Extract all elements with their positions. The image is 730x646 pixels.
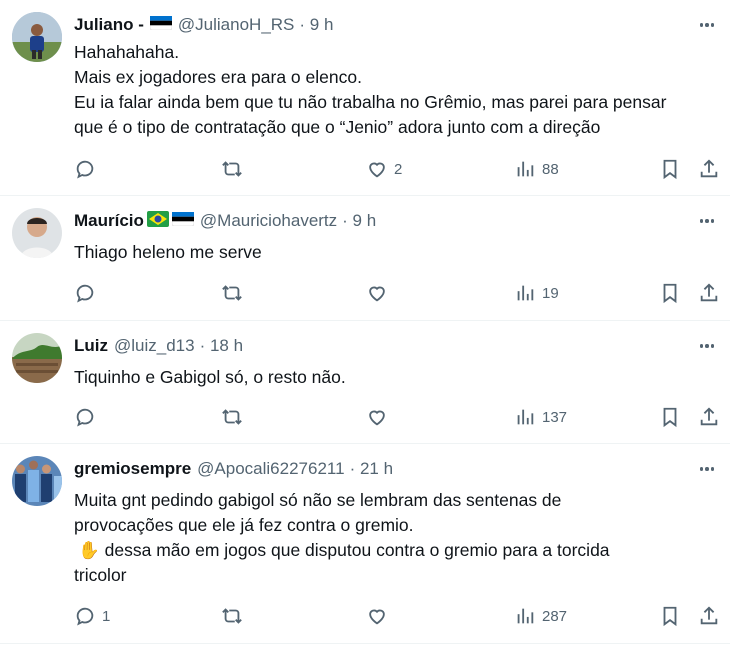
share-icon: [700, 159, 718, 178]
avatar[interactable]: [12, 333, 62, 383]
text-line: Thiago heleno me serve: [74, 242, 262, 262]
author-name[interactable]: Luiz: [74, 336, 108, 356]
bar-chart-icon: [517, 285, 534, 301]
author-handle[interactable]: @Mauriciohavertz: [200, 211, 337, 231]
heart-icon: [369, 162, 385, 178]
timestamp[interactable]: · 9 h: [342, 211, 376, 231]
reply-2[interactable]: Maurício @Mauriciohavertz · 9 h Thiago h…: [0, 196, 730, 321]
reply-icon: [76, 284, 94, 303]
bookmark-icon: [663, 159, 677, 180]
author-name[interactable]: gremiosempre: [74, 459, 191, 479]
avatar[interactable]: [12, 456, 62, 506]
brazil-flag-icon: [146, 210, 169, 232]
tweet-text: Thiago heleno me serve: [74, 240, 262, 265]
bookmark-icon: [663, 606, 677, 627]
avatar[interactable]: [12, 208, 62, 258]
view-count: 137: [542, 408, 568, 426]
reply-button[interactable]: [74, 404, 102, 430]
action-bar: 19: [74, 280, 724, 306]
reply-icon: [76, 607, 94, 626]
text-line: Tiquinho e Gabigol só, o resto não.: [74, 367, 346, 387]
author-name[interactable]: Juliano -: [74, 15, 144, 35]
like-button[interactable]: [366, 404, 394, 430]
retweet-button[interactable]: [220, 603, 250, 629]
reply-button[interactable]: [74, 156, 102, 182]
heart-icon: [369, 410, 385, 426]
view-count: 287: [542, 607, 568, 625]
more-options-button[interactable]: [696, 210, 718, 232]
tweet-text: Tiquinho e Gabigol só, o resto não.: [74, 365, 346, 390]
retweet-button[interactable]: [220, 280, 250, 306]
author-handle[interactable]: @JulianoH_RS: [178, 15, 294, 35]
share-button[interactable]: [698, 603, 720, 629]
heart-icon: [369, 286, 385, 302]
more-options-button[interactable]: [696, 458, 718, 480]
share-icon: [700, 407, 718, 426]
reply-icon: [76, 160, 94, 179]
text-line: Mais ex jogadores era para o elenco.: [74, 67, 362, 87]
share-button[interactable]: [698, 280, 720, 306]
text-line: Eu ia falar ainda bem que tu não trabalh…: [74, 92, 667, 112]
timestamp[interactable]: · 18 h: [200, 336, 243, 356]
estonia-flag-icon: [171, 211, 195, 231]
share-icon: [700, 283, 718, 302]
text-line: ✋ dessa mão em jogos que disputou contra…: [78, 540, 610, 560]
text-line: tricolor: [74, 565, 127, 585]
more-options-button[interactable]: [696, 14, 718, 36]
view-count: 88: [542, 160, 559, 178]
tweet-text: Hahahahaha. Mais ex jogadores era para o…: [74, 40, 666, 140]
avatar[interactable]: [12, 12, 62, 62]
more-options-button[interactable]: [696, 335, 718, 357]
reply-button[interactable]: [74, 280, 102, 306]
like-count: 2: [394, 160, 403, 178]
reply-button[interactable]: 1: [74, 603, 110, 629]
views-button[interactable]: 287: [514, 603, 567, 629]
reply-4[interactable]: gremiosempre @Apocali62276211 · 21 h Mui…: [0, 444, 730, 644]
retweet-icon: [222, 608, 242, 624]
retweet-button[interactable]: [220, 156, 250, 182]
text-line: Muita gnt pedindo gabigol só não se lemb…: [74, 490, 562, 510]
retweet-icon: [222, 161, 242, 177]
author-handle[interactable]: @Apocali62276211: [197, 459, 344, 479]
bar-chart-icon: [517, 608, 534, 624]
share-button[interactable]: [698, 404, 720, 430]
bar-chart-icon: [517, 409, 534, 425]
bookmark-icon: [663, 283, 677, 304]
views-button[interactable]: 137: [514, 404, 567, 430]
views-button[interactable]: 19: [514, 280, 559, 306]
timestamp[interactable]: · 21 h: [350, 459, 393, 479]
retweet-button[interactable]: [220, 404, 250, 430]
author-name[interactable]: Maurício: [74, 211, 144, 231]
action-bar: 1 287: [74, 603, 724, 629]
bookmark-icon: [663, 407, 677, 428]
heart-icon: [369, 609, 385, 625]
text-line: provocações que ele já fez contra o grem…: [74, 515, 414, 535]
bookmark-button[interactable]: [660, 280, 680, 306]
like-button[interactable]: [366, 603, 394, 629]
reply-3[interactable]: Luiz @luiz_d13 · 18 h Tiquinho e Gabigol…: [0, 321, 730, 444]
tweet-text: Muita gnt pedindo gabigol só não se lemb…: [74, 488, 610, 588]
retweet-icon: [222, 285, 242, 301]
timestamp[interactable]: · 9 h: [299, 15, 333, 35]
bookmark-button[interactable]: [660, 603, 680, 629]
reply-icon: [76, 408, 94, 427]
share-icon: [700, 606, 718, 625]
reply-count: 1: [102, 607, 111, 625]
like-button[interactable]: 2: [366, 156, 402, 182]
bookmark-button[interactable]: [660, 404, 680, 430]
estonia-flag-icon: [149, 15, 173, 35]
text-line: Hahahahaha.: [74, 42, 180, 62]
action-bar: 2 88: [74, 156, 724, 182]
views-button[interactable]: 88: [514, 156, 559, 182]
like-button[interactable]: [366, 280, 394, 306]
action-bar: 137: [74, 404, 724, 430]
reply-1[interactable]: Juliano - @JulianoH_RS · 9 h Hahahahaha.…: [0, 0, 730, 196]
retweet-icon: [222, 409, 242, 425]
view-count: 19: [542, 284, 559, 302]
bar-chart-icon: [517, 161, 534, 177]
text-line: que é o tipo de contratação que o “Jenio…: [74, 117, 601, 137]
author-handle[interactable]: @luiz_d13: [114, 336, 195, 356]
share-button[interactable]: [698, 156, 720, 182]
bookmark-button[interactable]: [660, 156, 680, 182]
